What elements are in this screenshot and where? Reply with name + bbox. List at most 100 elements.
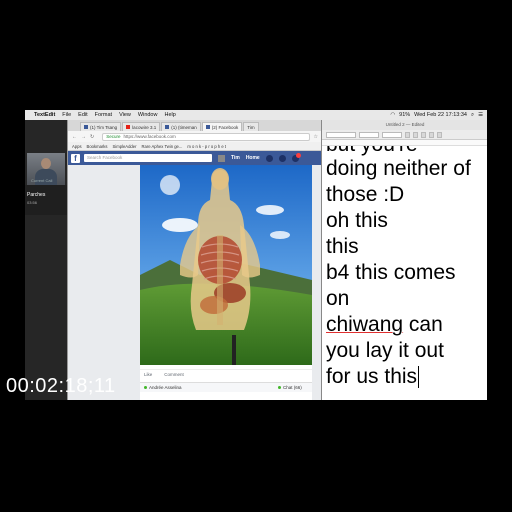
notifications-icon[interactable] — [291, 152, 301, 162]
menu-file[interactable]: File — [62, 112, 71, 118]
menu-help[interactable]: Help — [164, 112, 175, 118]
back-icon[interactable]: ← — [72, 134, 77, 140]
notification-badge — [295, 152, 301, 158]
tab-label: (1) (timeman — [171, 124, 197, 130]
address-bar: ← → ↻ Secure https://www.facebook.com ☆ — [68, 131, 322, 142]
facebook-search-input[interactable]: Search Facebook — [84, 154, 212, 162]
caller-head — [41, 158, 51, 169]
home-link[interactable]: Home — [246, 155, 260, 161]
tab-strip: (1) Tim Tsang lacowire 3.1 (1) (timeman … — [68, 120, 322, 131]
menu-format[interactable]: Format — [95, 112, 112, 118]
call-status-label: Current Call — [31, 178, 53, 183]
friends-icon[interactable] — [265, 154, 273, 162]
paragraph-style-select[interactable] — [326, 131, 356, 138]
menu-edit[interactable]: Edit — [78, 112, 87, 118]
tab-label: (2) Facebook — [211, 124, 239, 130]
tab-label: (1) Tim Tsang — [90, 124, 118, 130]
bookmark-simpleadder[interactable]: SimpleAdder — [113, 144, 137, 149]
tab-5[interactable]: Tim — [243, 122, 259, 131]
facebook-logo[interactable]: f — [71, 153, 80, 163]
misspelled-word[interactable]: chiwang — [326, 313, 403, 336]
menu-clock[interactable]: Wed Feb 22 17:13:34 — [414, 112, 467, 118]
menu-app-name[interactable]: TextEdit — [34, 112, 55, 118]
list-icon[interactable]: ☰ — [478, 112, 483, 118]
call-duration: 03:56 — [27, 200, 38, 205]
tab-label: lacowire 3.1 — [132, 124, 157, 130]
chat-bar: Andrée Asselina Chat (66) — [140, 382, 312, 392]
text-fragment: can — [403, 313, 443, 336]
call-panel — [25, 120, 67, 400]
bookmark-monk[interactable]: m o n k - p r o p h e t — [187, 144, 226, 149]
reload-icon[interactable]: ↻ — [90, 134, 94, 140]
desktop-screen: TextEdit File Edit Format View Window He… — [25, 110, 487, 400]
textedit-window: Untitled 2 — Edited but you're doing nei… — [321, 120, 487, 400]
mac-menu-bar: TextEdit File Edit Format View Window He… — [25, 110, 487, 120]
tab-4[interactable]: (2) Facebook — [201, 122, 243, 131]
bookmarks-bar: Apps Bookmarks SimpleAdder Rare Aphex Tw… — [68, 142, 322, 151]
align-center-button[interactable] — [437, 131, 442, 138]
textedit-toolbar — [322, 130, 487, 140]
secure-label: Secure — [106, 134, 121, 139]
video-timecode: 00:02:18;11 — [6, 375, 116, 397]
video-frame: TextEdit File Edit Format View Window He… — [0, 0, 512, 512]
like-button[interactable]: Like — [144, 372, 152, 377]
forward-icon[interactable]: → — [81, 134, 86, 140]
online-dot-icon — [278, 386, 281, 389]
post-card: Like Comment Andrée Asselina Chat (66) — [140, 165, 312, 400]
chat-friend-name: Andrée Asselina — [149, 385, 182, 390]
text-line: on — [326, 287, 350, 310]
star-icon[interactable]: ☆ — [314, 134, 318, 140]
text-line: doing neither of — [326, 157, 471, 180]
document-text-area[interactable]: but you're doing neither of those :D oh … — [322, 146, 487, 400]
facebook-header: f Search Facebook Tim Home — [68, 151, 322, 165]
facebook-feed: Like Comment Andrée Asselina Chat (66) — [68, 165, 322, 400]
text-line: those :D — [326, 183, 405, 206]
font-family-select[interactable] — [359, 131, 379, 138]
online-dot-icon — [144, 386, 147, 389]
menu-window[interactable]: Window — [138, 112, 158, 118]
chrome-window: (1) Tim Tsang lacowire 3.1 (1) (timeman … — [67, 120, 322, 400]
tab-3[interactable]: (1) (timeman — [161, 122, 201, 131]
chat-toggle[interactable]: Chat (66) — [272, 385, 312, 390]
text-line-misspelled: chiwang can — [326, 312, 443, 338]
text-fragment: for us this — [326, 365, 418, 388]
menu-status-area: ◠ 91% Wed Feb 22 17:13:34 ⌕ ☰ — [390, 110, 483, 120]
tab-label: Tim — [247, 124, 255, 130]
post-photo[interactable] — [140, 165, 312, 365]
tab-1[interactable]: (1) Tim Tsang — [80, 122, 122, 131]
text-line-current: for us this — [326, 364, 420, 390]
anatomy-torso-photo — [140, 165, 312, 365]
underline-button[interactable] — [421, 131, 426, 138]
font-size-select[interactable] — [382, 131, 402, 138]
text-line: b4 this comes — [326, 261, 456, 284]
avatar[interactable] — [218, 154, 225, 162]
bookmark-apps[interactable]: Apps — [72, 144, 82, 149]
menu-view[interactable]: View — [119, 112, 131, 118]
text-line: you lay it out — [326, 339, 444, 362]
facebook-icon — [205, 125, 210, 129]
bold-button[interactable] — [405, 131, 410, 138]
caller-name: Parches — [27, 192, 46, 198]
chat-friend[interactable]: Andrée Asselina — [140, 385, 272, 390]
battery-level[interactable]: 91% — [399, 112, 410, 118]
post-actions: Like Comment — [140, 369, 312, 379]
text-caret — [418, 366, 420, 389]
chat-count: Chat (66) — [283, 385, 302, 390]
url-text: https://www.facebook.com — [123, 134, 176, 139]
profile-link[interactable]: Tim — [231, 155, 240, 161]
text-line: oh this — [326, 209, 388, 232]
search-icon[interactable]: ⌕ — [471, 112, 474, 119]
align-left-button[interactable] — [429, 131, 434, 138]
textedit-title: Untitled 2 — Edited — [322, 120, 487, 130]
italic-button[interactable] — [413, 131, 418, 138]
url-field[interactable]: Secure https://www.facebook.com — [102, 132, 310, 141]
facebook-header-right: Tim Home — [218, 152, 301, 162]
wifi-icon[interactable]: ◠ — [390, 112, 395, 118]
tab-2[interactable]: lacowire 3.1 — [122, 122, 161, 131]
bookmark-aphex[interactable]: Rare Aphex Twin ge... — [141, 144, 182, 149]
bookmark-bookmarks[interactable]: Bookmarks — [87, 144, 108, 149]
facebook-icon — [165, 125, 170, 129]
text-line: this — [326, 235, 359, 258]
comment-button[interactable]: Comment — [164, 372, 184, 377]
messages-icon[interactable] — [278, 154, 286, 162]
